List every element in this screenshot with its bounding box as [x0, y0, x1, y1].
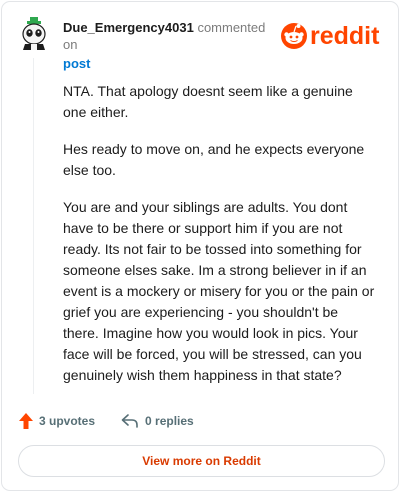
post-link[interactable]: post	[63, 55, 278, 72]
reddit-logo[interactable]: reddit	[280, 20, 388, 50]
reply-arrow-icon	[121, 414, 138, 428]
comment-paragraph: NTA. That apology doesnt seem like a gen…	[63, 83, 353, 120]
reply-count: 0 replies	[145, 414, 194, 428]
comment-paragraph: You are and your siblings are adults. Yo…	[63, 199, 375, 383]
comment-body: NTA. That apology doesnt seem like a gen…	[63, 81, 375, 402]
upvote-button[interactable]: 3 upvotes	[19, 413, 95, 429]
comment-embed-card: Due_Emergency4031 commented on post redd…	[1, 1, 399, 491]
upvote-count: 3 upvotes	[39, 414, 96, 428]
reply-button[interactable]: 0 replies	[121, 414, 194, 428]
upvote-arrow-icon	[19, 413, 33, 429]
thread-line	[33, 58, 34, 394]
comment-paragraph: Hes ready to move on, and he expects eve…	[63, 141, 365, 178]
user-avatar-icon[interactable]	[19, 17, 49, 51]
reddit-wordmark: reddit	[310, 22, 380, 50]
username-link[interactable]: Due_Emergency4031	[63, 20, 194, 35]
view-more-button[interactable]: View more on Reddit	[18, 445, 385, 477]
comment-actions: 3 upvotes 0 replies	[19, 411, 194, 431]
reddit-snoo-icon	[281, 23, 307, 49]
comment-header: Due_Emergency4031 commented on post	[63, 19, 278, 72]
